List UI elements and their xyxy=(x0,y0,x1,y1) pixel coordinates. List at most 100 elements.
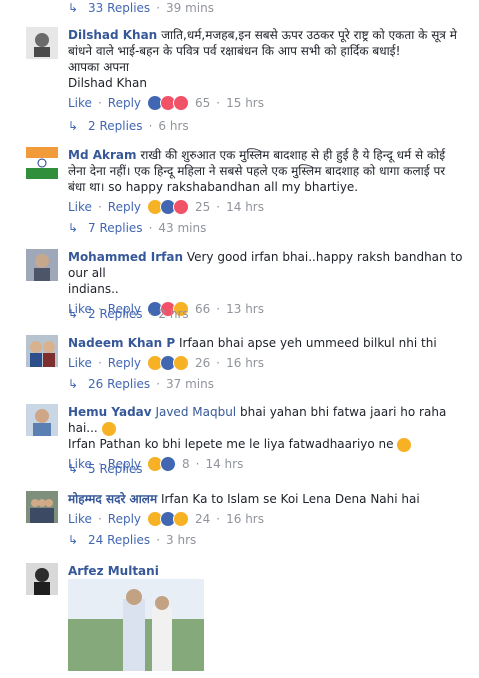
comment-time[interactable]: 15 hrs xyxy=(226,95,264,111)
like-reaction-icon xyxy=(160,456,176,472)
avatar-image xyxy=(26,249,58,281)
comment-mohammed-irfan: Mohammed Irfan Very good irfan bhai..hap… xyxy=(26,249,476,324)
replies-time: 37 mins xyxy=(166,377,214,391)
avatar[interactable] xyxy=(26,335,58,367)
avatar-image xyxy=(26,27,58,59)
like-button[interactable]: Like xyxy=(68,511,92,527)
love-reaction-icon xyxy=(173,199,189,215)
replies-time: 6 hrs xyxy=(158,119,189,133)
avatar-image xyxy=(26,404,58,436)
replies-label[interactable]: 2 Replies xyxy=(88,307,143,321)
author-name[interactable]: Nadeem Khan P xyxy=(68,336,175,350)
avatar-image xyxy=(26,335,58,367)
reply-button[interactable]: Reply xyxy=(108,511,141,527)
comment-text-line-2: लेना देना नहीं। एक हिन्दू महिला ने सबसे … xyxy=(68,164,446,178)
separator-dot: · xyxy=(156,1,161,15)
comment-time[interactable]: 14 hrs xyxy=(205,456,243,472)
replies-link[interactable]: ↳ 24 Replies · 3 hrs xyxy=(64,533,196,547)
avatar-image xyxy=(26,491,58,523)
reply-arrow-icon: ↳ xyxy=(67,462,79,476)
reply-arrow-icon: ↳ xyxy=(67,533,79,547)
replies-time: 39 mins xyxy=(166,1,214,15)
comment-text-line-3: आपका अपना xyxy=(68,60,129,74)
replies-label[interactable]: 7 Replies xyxy=(88,221,143,235)
comment-text-line-1: Irfan Ka to Islam se Koi Lena Dena Nahi … xyxy=(160,492,420,506)
avatar[interactable] xyxy=(26,563,58,595)
reply-arrow-icon: ↳ xyxy=(67,119,79,133)
comment-text-line-2: बांधने वाले भाई-बहन के पवित्र पर्व रक्षा… xyxy=(68,44,401,58)
reaction-count[interactable]: 26 xyxy=(195,355,210,371)
comment-hemu-yadav: Hemu Yadav Javed Maqbul bhai yahan bhi f… xyxy=(26,404,476,482)
avatar[interactable] xyxy=(26,249,58,281)
wow-reaction-icon xyxy=(173,355,189,371)
reply-button[interactable]: Reply xyxy=(108,199,141,215)
reactions-summary[interactable] xyxy=(147,95,189,111)
reply-button[interactable]: Reply xyxy=(108,355,141,371)
reaction-count[interactable]: 25 xyxy=(195,199,210,215)
avatar[interactable] xyxy=(26,404,58,436)
replies-link[interactable]: ↳ 2 Replies · 6 hrs xyxy=(64,119,189,133)
wow-reaction-icon xyxy=(173,511,189,527)
photo-scene xyxy=(68,579,204,671)
replies-link[interactable]: ↳ 7 Replies · 43 mins xyxy=(64,221,206,235)
replies-link-top[interactable]: ↳ 33 Replies · 39 mins xyxy=(64,0,214,16)
like-button[interactable]: Like xyxy=(68,355,92,371)
like-button[interactable]: Like xyxy=(68,199,92,215)
comment-dilshad-khan: Dilshad Khan जाति,धर्म,मजहब,इन सबसे ऊपर … xyxy=(26,27,476,145)
avatar[interactable] xyxy=(26,491,58,523)
reply-arrow-icon: ↳ xyxy=(67,221,79,235)
reactions-summary[interactable] xyxy=(147,199,189,215)
comment-time[interactable]: 14 hrs xyxy=(226,199,264,215)
replies-time: 2 hrs xyxy=(158,307,189,321)
comment-mohammad-sadre-alam: मोहम्मद सदरे आलम Irfan Ka to Islam se Ko… xyxy=(26,491,476,551)
reaction-count[interactable]: 8 xyxy=(182,456,190,472)
author-name[interactable]: Mohammed Irfan xyxy=(68,250,183,264)
avatar[interactable] xyxy=(26,147,58,179)
reply-arrow-icon: ↳ xyxy=(67,377,79,391)
comment-text-line-2: Irfan Pathan ko bhi lepete me le liya fa… xyxy=(68,437,394,451)
reaction-count[interactable]: 66 xyxy=(195,301,210,317)
replies-label[interactable]: 5 Replies xyxy=(88,462,143,476)
author-name[interactable]: Arfez Multani xyxy=(68,564,159,578)
replies-time: 3 hrs xyxy=(166,533,197,547)
avatar-image xyxy=(26,563,58,595)
reply-button[interactable]: Reply xyxy=(108,95,141,111)
replies-label[interactable]: 26 Replies xyxy=(88,377,150,391)
replies-link[interactable]: ↳ 26 Replies · 37 mins xyxy=(64,377,214,391)
author-name[interactable]: मोहम्मद सदरे आलम xyxy=(68,492,157,506)
comment-arfez-multani: Arfez Multani xyxy=(26,563,476,678)
reaction-count[interactable]: 24 xyxy=(195,511,210,527)
comment-thread: ↳ 33 Replies · 39 mins Dilshad Khan जाति… xyxy=(0,0,479,678)
like-button[interactable]: Like xyxy=(68,95,92,111)
comment-photo[interactable] xyxy=(68,579,204,671)
avatar[interactable] xyxy=(26,27,58,59)
comment-time[interactable]: 13 hrs xyxy=(226,301,264,317)
comment-text-line-1: जाति,धर्म,मजहब,इन सबसे ऊपर उठकर पूरे राष… xyxy=(161,28,457,42)
laughing-emoji-icon xyxy=(101,421,116,436)
author-name[interactable]: Hemu Yadav xyxy=(68,405,152,419)
reactions-summary[interactable] xyxy=(147,355,189,371)
replies-label[interactable]: 2 Replies xyxy=(88,119,143,133)
comment-nadeem-khan-p: Nadeem Khan P Irfaan bhai apse yeh ummee… xyxy=(26,335,476,395)
replies-link[interactable]: ↳ 5 Replies xyxy=(64,462,143,476)
replies-time: 43 mins xyxy=(158,221,207,235)
replies-label[interactable]: 33 Replies xyxy=(88,1,150,15)
replies-label[interactable]: 24 Replies xyxy=(88,533,150,547)
comment-text-line-2: indians.. xyxy=(68,282,119,296)
author-name[interactable]: Md Akram xyxy=(68,148,137,162)
comment-text-line-1: Irfaan bhai apse yeh ummeed bilkul nhi t… xyxy=(178,336,437,350)
love-reaction-icon xyxy=(173,95,189,111)
comment-time[interactable]: 16 hrs xyxy=(226,355,264,371)
reactions-summary[interactable] xyxy=(147,456,176,472)
reaction-count[interactable]: 65 xyxy=(195,95,210,111)
replies-link[interactable]: ↳ 2 Replies · 2 hrs xyxy=(64,307,189,321)
comment-text-line-4: Dilshad Khan xyxy=(68,76,147,90)
reply-arrow-icon: ↳ xyxy=(67,1,79,15)
reactions-summary[interactable] xyxy=(147,511,189,527)
reply-arrow-icon: ↳ xyxy=(67,307,79,321)
comment-actions: Like · Reply 65 · 15 hrs xyxy=(68,95,264,111)
author-name[interactable]: Dilshad Khan xyxy=(68,28,157,42)
mentioned-user[interactable]: Javed Maqbul xyxy=(155,405,236,419)
comment-md-akram: Md Akram राखी की शुरुआत एक मुस्लिम बादशा… xyxy=(26,147,476,239)
comment-time[interactable]: 16 hrs xyxy=(226,511,264,527)
